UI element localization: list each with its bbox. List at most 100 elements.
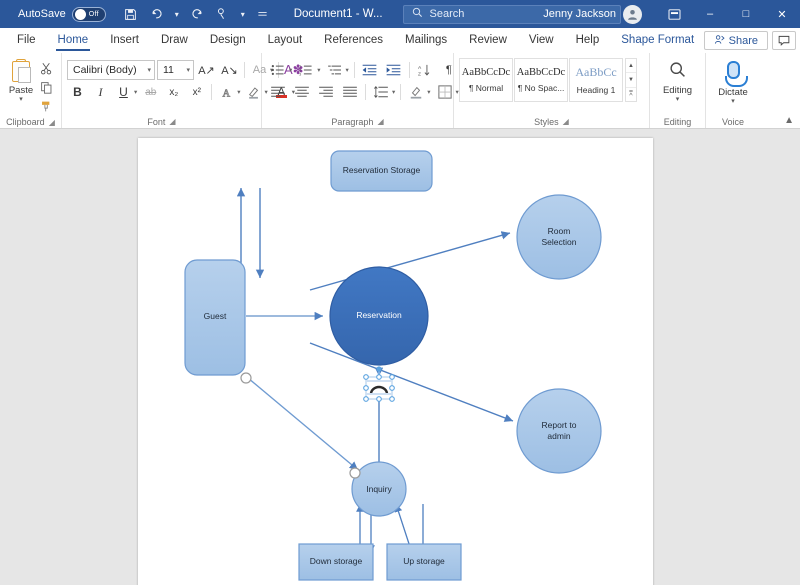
tab-view[interactable]: View	[518, 27, 565, 52]
drawing-canvas[interactable]: Reservation Storage Guest Reservation Ro…	[138, 138, 653, 585]
autosave-toggle[interactable]: Off	[71, 6, 106, 22]
document-page[interactable]: Reservation Storage Guest Reservation Ro…	[138, 138, 653, 585]
shape-down-storage[interactable]	[298, 543, 374, 581]
styles-more-button[interactable]: ⩞	[626, 88, 636, 101]
tab-draw[interactable]: Draw	[150, 27, 199, 52]
chevron-down-icon[interactable]: ▾	[392, 88, 395, 96]
tab-home[interactable]: Home	[47, 27, 100, 52]
rotation-handle[interactable]	[376, 366, 382, 372]
editing-dropdown-caret-icon[interactable]: ▾	[676, 96, 680, 103]
selection-handle[interactable]	[389, 396, 395, 402]
tab-references[interactable]: References	[313, 27, 394, 52]
shape-selected-arc[interactable]	[363, 366, 395, 402]
clipboard-dialog-launcher[interactable]: ◢	[49, 118, 55, 127]
touch-dropdown-caret-icon[interactable]: ▾	[236, 2, 250, 26]
selection-handle[interactable]	[363, 385, 369, 391]
align-left-icon[interactable]	[267, 82, 289, 102]
shrink-font-icon[interactable]: A↘	[219, 60, 240, 80]
style-item-no-spacing[interactable]: AaBbCcDc ¶ No Spac...	[514, 58, 568, 102]
superscript-button[interactable]: x²	[186, 82, 207, 102]
styles-scroll-down-button[interactable]: ▼	[626, 73, 636, 88]
shape-inquiry[interactable]	[349, 461, 407, 517]
font-name-combobox[interactable]: Calibri (Body) ▾	[67, 60, 155, 80]
chevron-down-icon[interactable]: ▾	[237, 88, 240, 96]
selection-handle[interactable]	[376, 396, 382, 402]
selection-handle[interactable]	[389, 385, 395, 391]
edge-reservation-to-report-to-admin[interactable]	[309, 342, 514, 422]
autosave-control[interactable]: AutoSave Off	[18, 6, 106, 22]
numbered-list-icon[interactable]: 123	[295, 60, 317, 80]
chevron-down-icon[interactable]: ▾	[134, 88, 137, 96]
selection-handle[interactable]	[363, 396, 369, 402]
dictate-button[interactable]: Dictate ▾	[711, 57, 755, 105]
touch-mode-icon[interactable]	[210, 2, 236, 26]
shape-reservation[interactable]	[329, 266, 429, 366]
tab-design[interactable]: Design	[199, 27, 257, 52]
tab-mailings[interactable]: Mailings	[394, 27, 458, 52]
paste-button[interactable]: Paste ▾	[5, 57, 37, 103]
text-effects-icon[interactable]: A	[216, 82, 237, 102]
subscript-button[interactable]: x₂	[163, 82, 184, 102]
maximize-button[interactable]: □	[728, 0, 764, 28]
style-item-heading-1[interactable]: AaBbCc Heading 1	[569, 58, 623, 102]
ribbon-display-options-icon[interactable]	[656, 0, 692, 28]
chevron-down-icon[interactable]: ▾	[289, 66, 292, 74]
selection-handle[interactable]	[376, 374, 382, 380]
borders-icon[interactable]	[434, 82, 456, 102]
styles-dialog-launcher[interactable]: ◢	[563, 117, 569, 126]
chevron-down-icon[interactable]: ▾	[346, 66, 349, 74]
dictate-dropdown-caret-icon[interactable]: ▾	[731, 98, 735, 105]
user-avatar-icon[interactable]	[623, 4, 642, 24]
copy-icon[interactable]	[37, 79, 56, 96]
italic-button[interactable]: I	[90, 82, 111, 102]
decrease-indent-icon[interactable]	[359, 60, 381, 80]
tab-insert[interactable]: Insert	[99, 27, 150, 52]
strikethrough-button[interactable]: ab	[140, 82, 161, 102]
grow-font-icon[interactable]: A↗	[196, 60, 217, 80]
comments-icon[interactable]	[772, 31, 796, 50]
scissors-icon[interactable]	[37, 60, 56, 77]
collapse-ribbon-icon[interactable]: ▲	[784, 115, 794, 126]
paragraph-dialog-launcher[interactable]: ◢	[377, 117, 383, 126]
multilevel-list-icon[interactable]	[324, 60, 346, 80]
font-dialog-launcher[interactable]: ◢	[169, 117, 175, 126]
connector-handle[interactable]	[240, 372, 252, 384]
tab-layout[interactable]: Layout	[257, 27, 314, 52]
customize-toolbar-icon[interactable]	[250, 2, 276, 26]
align-center-icon[interactable]	[291, 82, 313, 102]
shading-icon[interactable]	[405, 82, 427, 102]
underline-button[interactable]: U	[113, 82, 134, 102]
styles-scroll-up-button[interactable]: ▲	[626, 59, 636, 74]
bullet-list-icon[interactable]	[267, 60, 289, 80]
sort-icon[interactable]: AZ	[414, 60, 436, 80]
chevron-down-icon[interactable]: ▾	[317, 66, 320, 74]
minimize-button[interactable]: –	[692, 0, 728, 28]
increase-indent-icon[interactable]	[383, 60, 405, 80]
selection-handle[interactable]	[363, 374, 369, 380]
shape-report-to-admin[interactable]	[516, 388, 602, 474]
redo-icon[interactable]	[184, 2, 210, 26]
bold-button[interactable]: B	[67, 82, 88, 102]
tab-review[interactable]: Review	[458, 27, 518, 52]
paste-dropdown-caret-icon[interactable]: ▾	[19, 96, 23, 103]
selection-handle[interactable]	[389, 374, 395, 380]
connector-handle[interactable]	[349, 467, 361, 479]
editing-button[interactable]: Editing ▾	[655, 57, 700, 103]
line-spacing-icon[interactable]	[370, 82, 392, 102]
close-button[interactable]: ✕	[764, 0, 800, 28]
save-icon[interactable]	[118, 2, 144, 26]
format-painter-icon[interactable]	[37, 98, 56, 115]
shape-up-storage[interactable]	[386, 543, 462, 581]
align-right-icon[interactable]	[315, 82, 337, 102]
shape-reservation-storage[interactable]	[330, 150, 433, 192]
tab-shape-format[interactable]: Shape Format	[610, 27, 705, 52]
shape-guest[interactable]	[184, 259, 252, 384]
edge-guest-to-inquiry[interactable]	[247, 377, 359, 471]
shape-room-selection[interactable]	[516, 194, 602, 280]
tab-file[interactable]: File	[6, 27, 47, 52]
undo-icon[interactable]	[144, 2, 170, 26]
justify-icon[interactable]	[339, 82, 361, 102]
font-size-combobox[interactable]: 11 ▾	[157, 60, 194, 80]
style-item-normal[interactable]: AaBbCcDc ¶ Normal	[459, 58, 513, 102]
chevron-down-icon[interactable]: ▾	[427, 88, 430, 96]
